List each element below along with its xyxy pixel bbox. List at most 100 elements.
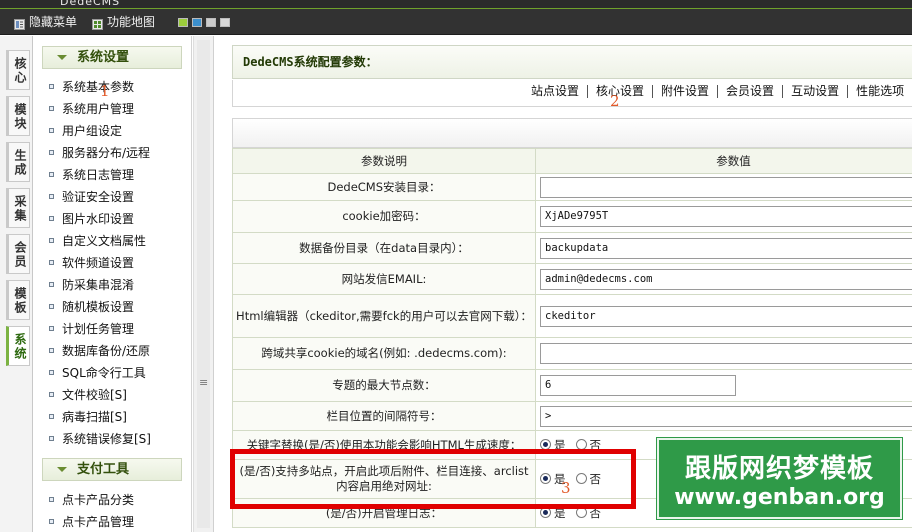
sidebar-item-label: 服务器分布/远程 bbox=[62, 146, 151, 160]
bullet-icon bbox=[49, 436, 54, 441]
sidebar-item[interactable]: 系统用户管理 bbox=[46, 98, 151, 120]
sidebar-item[interactable]: 计划任务管理 bbox=[46, 318, 151, 340]
sidebar-item-label: 验证安全设置 bbox=[62, 190, 135, 204]
param-value-cell: > bbox=[535, 401, 912, 431]
map-icon bbox=[92, 17, 103, 30]
vtab-template[interactable]: 模板 bbox=[6, 280, 30, 320]
splitter[interactable]: ≡ bbox=[193, 36, 214, 532]
param-input[interactable] bbox=[540, 343, 912, 364]
vertical-tabs: 核心 模块 生成 采集 会员 模板 系统 bbox=[0, 36, 33, 532]
bullet-icon bbox=[49, 392, 54, 397]
param-label: DedeCMS安装目录： bbox=[232, 173, 536, 201]
sidebar-item[interactable]: 验证安全设置 bbox=[46, 186, 151, 208]
sidebar-menu-payment: 点卡产品分类点卡产品管理 bbox=[46, 489, 134, 532]
param-value-cell: 6 bbox=[535, 369, 912, 402]
table-row: 跨域共享cookie的域名(例如: .dedecms.com): bbox=[232, 337, 912, 370]
vtab-collect[interactable]: 采集 bbox=[6, 188, 30, 228]
sidebar-item[interactable]: 软件频道设置 bbox=[46, 252, 151, 274]
bullet-icon bbox=[49, 370, 54, 375]
sidebar-item[interactable]: 点卡产品分类 bbox=[46, 489, 134, 511]
sidebar-item[interactable]: 系统日志管理 bbox=[46, 164, 151, 186]
table-row: DedeCMS安装目录： bbox=[232, 173, 912, 201]
vtab-member[interactable]: 会员 bbox=[6, 234, 30, 274]
sidebar-item[interactable]: 图片水印设置 bbox=[46, 208, 151, 230]
param-label: Html编辑器（ckeditor,需要fck的用户可以去官网下载）： bbox=[232, 294, 536, 338]
param-value-cell bbox=[535, 337, 912, 370]
annotation-1: 1 bbox=[100, 82, 110, 100]
bullet-icon bbox=[49, 304, 54, 309]
sidebar-item-label: 数据库备份/还原 bbox=[62, 344, 151, 358]
scrollbar[interactable] bbox=[197, 40, 210, 528]
sidebar-item-label: 随机模板设置 bbox=[62, 300, 135, 314]
app-root: DedeCMS 隐藏菜单 功能地图 核心 模块 生成 采集 会员 模板 系统 系… bbox=[0, 0, 912, 532]
sidebar-item[interactable]: 文件校验[S] bbox=[46, 384, 151, 406]
sidebar-item-label: 软件频道设置 bbox=[62, 256, 135, 270]
param-value-cell: XjADe9795T bbox=[535, 200, 912, 233]
hide-menu-label: 隐藏菜单 bbox=[29, 15, 78, 29]
vtab-generate[interactable]: 生成 bbox=[6, 142, 30, 182]
sidebar-item[interactable]: 防采集串混淆 bbox=[46, 274, 151, 296]
sidebar-item[interactable]: 病毒扫描[S] bbox=[46, 406, 151, 428]
sidebar-item-label: 文件校验[S] bbox=[62, 388, 127, 402]
bullet-icon bbox=[49, 172, 54, 177]
theme-swatch-blue[interactable] bbox=[192, 18, 202, 27]
sidebar-item[interactable]: 点卡产品管理 bbox=[46, 511, 134, 532]
config-tab[interactable]: 会员设置 bbox=[717, 85, 782, 98]
param-input[interactable] bbox=[540, 176, 912, 198]
config-tab[interactable]: 附件设置 bbox=[652, 85, 717, 98]
table-header-row: 参数说明 参数值 bbox=[232, 148, 912, 174]
sidebar-item[interactable]: 服务器分布/远程 bbox=[46, 142, 151, 164]
param-label: 跨域共享cookie的域名(例如: .dedecms.com): bbox=[232, 337, 536, 370]
sidebar-item-label: 病毒扫描[S] bbox=[62, 410, 127, 424]
sidebar-item[interactable]: 用户组设定 bbox=[46, 120, 151, 142]
annotation-2: 2 bbox=[610, 92, 620, 110]
theme-swatch-light[interactable] bbox=[220, 18, 230, 27]
vtab-module[interactable]: 模块 bbox=[6, 96, 30, 136]
sidebar-item-label: 用户组设定 bbox=[62, 124, 123, 138]
sidebar-item[interactable]: 系统基本参数 bbox=[46, 76, 151, 98]
param-input[interactable]: admin@dedecms.com bbox=[540, 268, 912, 290]
page-title: DedeCMS系统配置参数： bbox=[232, 45, 912, 79]
sidebar-item[interactable]: SQL命令行工具 bbox=[46, 362, 151, 384]
sidebar-item-label: SQL命令行工具 bbox=[62, 366, 146, 380]
config-tab-list: 站点设置 核心设置 附件设置 会员设置 互动设置 性能选项 bbox=[523, 85, 912, 98]
bullet-icon bbox=[49, 282, 54, 287]
top-strip: DedeCMS bbox=[0, 0, 912, 9]
hide-menu-button[interactable]: 隐藏菜单 bbox=[14, 13, 77, 31]
table-row: 网站发信EMAIL: admin@dedecms.com bbox=[232, 263, 912, 295]
sidebar-item[interactable]: 系统错误修复[S] bbox=[46, 428, 151, 450]
config-tab[interactable]: 性能选项 bbox=[847, 85, 912, 98]
param-input[interactable]: ckeditor bbox=[540, 305, 912, 327]
param-value-cell: ckeditor bbox=[535, 294, 912, 338]
site-map-button[interactable]: 功能地图 bbox=[92, 13, 155, 31]
chevron-down-icon bbox=[57, 55, 67, 60]
param-input[interactable]: 6 bbox=[540, 375, 736, 396]
watermark-title: 跟版网织梦模板 bbox=[684, 454, 874, 484]
sidebar-section-system[interactable]: 系统设置 bbox=[42, 46, 182, 69]
theme-swatch-green[interactable] bbox=[178, 18, 188, 27]
bullet-icon bbox=[49, 497, 54, 502]
sidebar-item-label: 图片水印设置 bbox=[62, 212, 135, 226]
sidebar-menu-system: 系统基本参数 系统用户管理用户组设定服务器分布/远程系统日志管理验证安全设置 图片水… bbox=[46, 76, 151, 450]
param-input[interactable]: > bbox=[540, 405, 912, 427]
param-value-cell: admin@dedecms.com bbox=[535, 263, 912, 295]
highlight-box bbox=[230, 449, 636, 509]
sidebar-section-payment[interactable]: 支付工具 bbox=[42, 458, 182, 481]
sidebar-item-label: 系统错误修复[S] bbox=[62, 432, 151, 446]
sidebar-item[interactable]: 随机模板设置 bbox=[46, 296, 151, 318]
param-input[interactable]: XjADe9795T bbox=[540, 206, 912, 227]
theme-swatch-gray[interactable] bbox=[206, 18, 216, 27]
section-title: 支付工具 bbox=[77, 462, 130, 477]
sidebar-item[interactable]: 数据库备份/还原 bbox=[46, 340, 151, 362]
vtab-system[interactable]: 系统 bbox=[6, 326, 30, 366]
bullet-icon bbox=[49, 150, 54, 155]
config-tab[interactable]: 互动设置 bbox=[782, 85, 847, 98]
sidebar-item[interactable]: 自定义文档属性 bbox=[46, 230, 151, 252]
config-tab[interactable]: 站点设置 bbox=[523, 85, 587, 98]
chevron-down-icon bbox=[57, 467, 67, 472]
param-input[interactable]: backupdata bbox=[540, 237, 912, 259]
sidebar-item-label: 防采集串混淆 bbox=[62, 278, 135, 292]
toolbar: 隐藏菜单 功能地图 bbox=[0, 9, 912, 35]
vtab-core[interactable]: 核心 bbox=[6, 50, 30, 90]
sidebar-item-label: 点卡产品分类 bbox=[62, 493, 135, 507]
